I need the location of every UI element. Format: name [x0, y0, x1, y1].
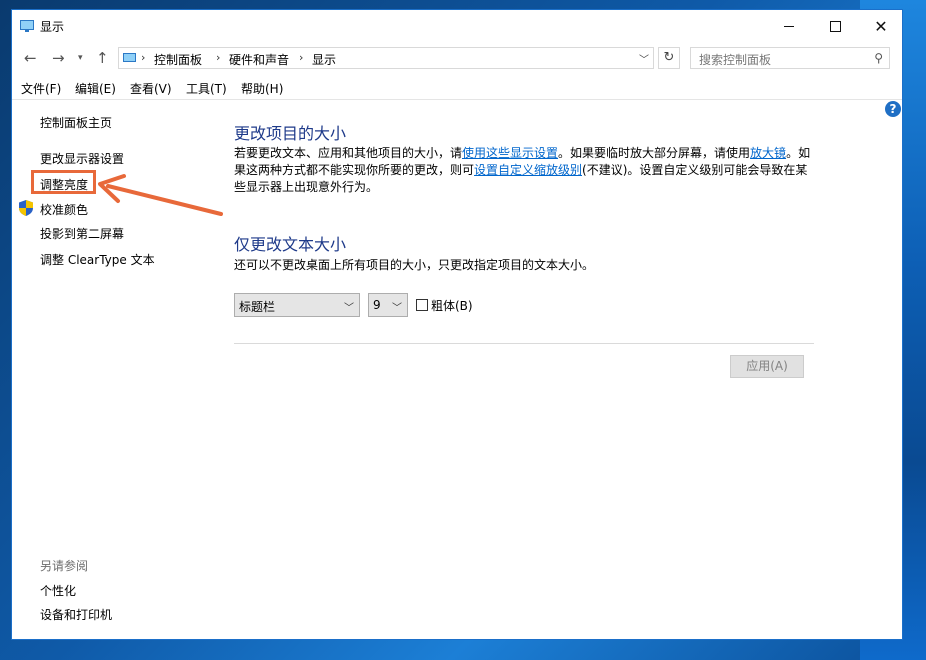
- section-change-size-description: 若要更改文本、应用和其他项目的大小，请使用这些显示设置。如果要临时放大部分屏幕，…: [234, 145, 818, 196]
- sidebar-change-display-settings[interactable]: 更改显示器设置: [40, 150, 124, 167]
- minimize-button[interactable]: [766, 10, 812, 42]
- breadcrumb-separator-icon[interactable]: ›: [299, 51, 303, 64]
- desc-text: 。如果要临时放大部分屏幕，请使用: [558, 146, 751, 160]
- see-also-heading: 另请参阅: [40, 559, 89, 573]
- menu-tools[interactable]: 工具(T): [186, 80, 227, 97]
- address-dropdown-icon[interactable]: ﹀: [639, 51, 649, 66]
- forward-arrow-icon[interactable]: →: [52, 49, 65, 67]
- section-text-size-title: 仅更改文本大小: [234, 235, 347, 254]
- desc-text: 若要更改文本、应用和其他项目的大小，请: [234, 146, 463, 160]
- chevron-down-icon: ﹀: [392, 303, 402, 314]
- font-size-select-value: 9: [373, 298, 381, 312]
- magnifier-link[interactable]: 放大镜: [750, 146, 786, 160]
- sidebar-calibrate-color[interactable]: 校准颜色: [40, 201, 88, 218]
- breadcrumb-display[interactable]: 显示: [312, 51, 336, 68]
- menu-view[interactable]: 查看(V): [130, 80, 172, 97]
- minimize-icon: [784, 25, 794, 27]
- help-icon[interactable]: ?: [885, 101, 901, 117]
- window-title: 显示: [40, 20, 65, 34]
- refresh-icon: ↻: [663, 50, 675, 65]
- breadcrumb-control-panel[interactable]: 控制面板: [154, 51, 202, 68]
- sidebar-home-link[interactable]: 控制面板主页: [40, 114, 112, 131]
- see-also-devices-printers[interactable]: 设备和打印机: [40, 606, 112, 623]
- chevron-down-icon: ﹀: [344, 303, 354, 314]
- up-arrow-icon[interactable]: ↑: [96, 49, 109, 67]
- search-input[interactable]: 搜索控制面板: [699, 51, 771, 68]
- title-bar: 显示 ✕: [12, 10, 902, 42]
- close-button[interactable]: ✕: [858, 10, 904, 42]
- navigation-bar: ← → ▾ ↑ › 控制面板 › 硬件和声音 › 显示 ﹀ ↻ 搜索控制面板 ⚲: [12, 43, 902, 73]
- search-icon[interactable]: ⚲: [874, 51, 883, 65]
- custom-scaling-link[interactable]: 设置自定义缩放级别: [474, 163, 582, 177]
- apply-button[interactable]: 应用(A): [730, 355, 804, 378]
- display-icon: [20, 20, 34, 32]
- use-display-settings-link[interactable]: 使用这些显示设置: [462, 146, 558, 160]
- refresh-button[interactable]: ↻: [658, 47, 680, 69]
- maximize-icon: [829, 20, 841, 32]
- menu-bar: 文件(F) 编辑(E) 查看(V) 工具(T) 帮助(H): [12, 76, 902, 98]
- uac-shield-icon: [19, 200, 33, 216]
- breadcrumb-separator-icon[interactable]: ›: [141, 51, 145, 64]
- item-select-value: 标题栏: [239, 300, 276, 314]
- menu-edit[interactable]: 编辑(E): [75, 80, 116, 97]
- section-text-size-description: 还可以不更改桌面上所有项目的大小，只更改指定项目的文本大小。: [234, 258, 595, 272]
- back-arrow-icon[interactable]: ←: [24, 49, 37, 67]
- menu-divider: [12, 99, 902, 100]
- sidebar-project-second-screen[interactable]: 投影到第二屏幕: [40, 225, 124, 242]
- recent-dropdown-icon[interactable]: ▾: [78, 53, 83, 63]
- breadcrumb-separator-icon[interactable]: ›: [216, 51, 220, 64]
- highlight-box: [31, 170, 96, 194]
- bold-checkbox[interactable]: [416, 299, 428, 311]
- close-icon: ✕: [874, 16, 888, 36]
- breadcrumb-hardware-sound[interactable]: 硬件和声音: [229, 51, 289, 68]
- font-size-select[interactable]: 9 ﹀: [368, 293, 408, 317]
- search-box[interactable]: 搜索控制面板 ⚲: [690, 47, 890, 69]
- maximize-button[interactable]: [812, 10, 858, 42]
- content-divider: [234, 343, 814, 344]
- sidebar-adjust-cleartype[interactable]: 调整 ClearType 文本: [40, 251, 155, 268]
- control-panel-window: 显示 ✕ ← → ▾ ↑ › 控制面板 › 硬件和声音 › 显示 ﹀ ↻ 搜索控…: [11, 9, 903, 640]
- section-change-size-title: 更改项目的大小: [234, 124, 347, 143]
- menu-help[interactable]: 帮助(H): [241, 80, 283, 97]
- bold-checkbox-label[interactable]: 粗体(B): [431, 297, 473, 314]
- see-also-personalization[interactable]: 个性化: [40, 582, 76, 599]
- item-select[interactable]: 标题栏 ﹀: [234, 293, 360, 317]
- menu-file[interactable]: 文件(F): [21, 80, 61, 97]
- address-bar[interactable]: › 控制面板 › 硬件和声音 › 显示 ﹀: [118, 47, 654, 69]
- control-panel-icon: [123, 53, 136, 62]
